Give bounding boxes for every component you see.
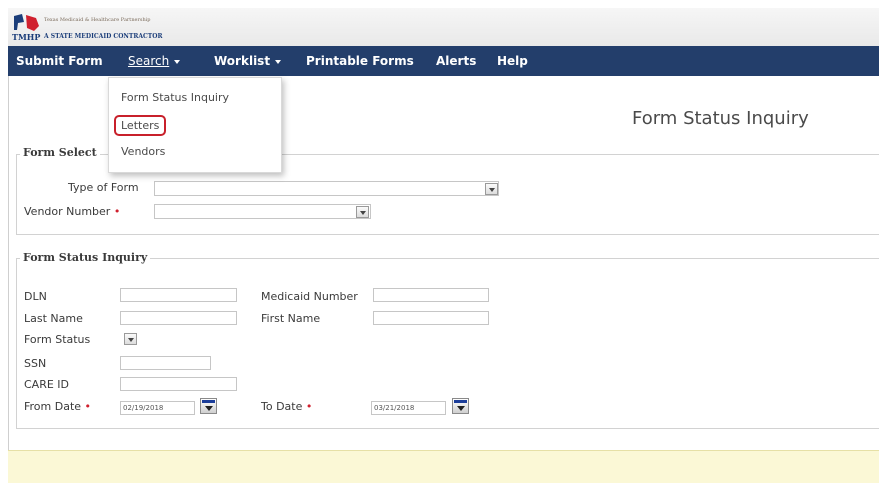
form-select-legend: Form Select [20, 146, 100, 159]
vendor-number-label: Vendor Number • [24, 205, 120, 218]
type-of-form-label: Type of Form [68, 181, 139, 194]
chevron-down-icon[interactable] [485, 183, 498, 195]
dln-label: DLN [24, 290, 47, 303]
nav-search[interactable]: Search [128, 46, 181, 76]
from-date-input[interactable]: 02/19/2018 [120, 401, 195, 415]
page-title: Form Status Inquiry [632, 108, 809, 129]
logo-abbreviation: TMHP [12, 32, 41, 42]
ssn-input[interactable] [120, 356, 211, 370]
vendor-number-select[interactable] [154, 204, 371, 219]
nav-worklist[interactable]: Worklist [214, 46, 282, 76]
care-id-input[interactable] [120, 377, 237, 391]
nav-help[interactable]: Help [497, 46, 528, 76]
first-name-input[interactable] [373, 311, 489, 325]
to-date-text: To Date [261, 400, 303, 413]
fsi-legend: Form Status Inquiry [20, 251, 151, 264]
nav-search-label: Search [128, 54, 170, 68]
ssn-label: SSN [24, 357, 47, 370]
chevron-down-icon[interactable] [356, 206, 369, 218]
to-date-label: To Date • [261, 400, 312, 413]
chevron-down-icon [275, 59, 282, 64]
header-bar: TMHP Texas Medicaid & Healthcare Partner… [8, 8, 879, 47]
form-status-label: Form Status [24, 333, 91, 346]
calendar-icon[interactable] [452, 398, 469, 414]
nav-submit-form[interactable]: Submit Form [16, 46, 103, 76]
calendar-icon[interactable] [200, 398, 217, 414]
menu-item-letters[interactable]: Letters [121, 119, 159, 132]
vendor-number-text: Vendor Number [24, 205, 111, 218]
from-date-text: From Date [24, 400, 82, 413]
medicaid-number-label: Medicaid Number [261, 290, 358, 303]
required-indicator: • [113, 205, 121, 218]
required-indicator: • [84, 400, 92, 413]
last-name-input[interactable] [120, 311, 237, 325]
menu-item-form-status-inquiry[interactable]: Form Status Inquiry [121, 91, 229, 104]
care-id-label: CARE ID [24, 378, 70, 391]
to-date-input[interactable]: 03/21/2018 [371, 401, 446, 415]
logo-line-1: Texas Medicaid & Healthcare Partnership [44, 17, 151, 23]
type-of-form-select[interactable] [154, 181, 499, 196]
medicaid-number-input[interactable] [373, 288, 489, 302]
chevron-down-icon [174, 59, 181, 64]
logo-line-2: A STATE MEDICAID CONTRACTOR [44, 33, 163, 40]
form-status-dropdown[interactable] [124, 333, 137, 345]
main-navbar: Submit Form Search Worklist Printable Fo… [8, 46, 879, 76]
dln-input[interactable] [120, 288, 237, 302]
fsi-border-bottom [16, 428, 879, 429]
fsi-border-left [16, 258, 17, 428]
form-select-border-bottom [16, 234, 879, 235]
menu-item-vendors[interactable]: Vendors [121, 145, 165, 158]
texas-logo-icon [14, 14, 39, 31]
tmhp-logo[interactable]: TMHP Texas Medicaid & Healthcare Partner… [12, 12, 202, 42]
from-date-label: From Date • [24, 400, 91, 413]
nav-printable-forms[interactable]: Printable Forms [306, 46, 414, 76]
required-indicator: • [305, 400, 313, 413]
last-name-label: Last Name [24, 312, 83, 325]
search-dropdown-menu: Form Status Inquiry Letters Vendors [108, 77, 282, 173]
nav-alerts[interactable]: Alerts [436, 46, 476, 76]
footer-bar [8, 450, 879, 483]
form-select-border-left [16, 154, 17, 234]
first-name-label: First Name [261, 312, 321, 325]
nav-worklist-label: Worklist [214, 54, 271, 68]
